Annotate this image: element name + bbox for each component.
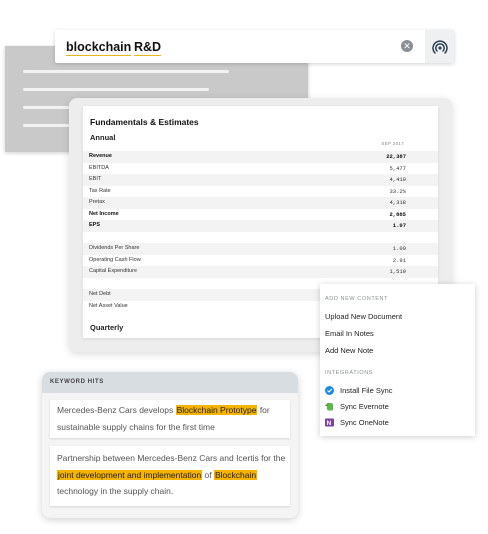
clear-icon[interactable]: ✕: [401, 40, 413, 52]
integration-label: Install File Sync: [340, 386, 393, 395]
sync-evernote-item[interactable]: Sync Evernote: [325, 402, 389, 411]
row-value: 1.00: [392, 245, 406, 252]
add-content-header: ADD NEW CONTENT: [325, 296, 389, 302]
integration-label: Sync Evernote: [340, 402, 389, 411]
table-row: Dividends Per Share 1.00: [83, 243, 438, 255]
search-token[interactable]: R&D: [134, 40, 162, 56]
column-header: SEP 2017: [381, 141, 404, 146]
row-label: Revenue: [89, 153, 112, 159]
row-value: 2.91: [392, 256, 406, 264]
svg-text:N: N: [327, 420, 332, 427]
add-note-item[interactable]: Add New Note: [325, 346, 373, 355]
hit-text: Partnership between Mercedes-Benz Cars a…: [57, 453, 286, 463]
file-sync-icon: [325, 386, 334, 395]
row-value: 1,519: [389, 268, 406, 275]
add-content-menu: ADD NEW CONTENT Upload New Document Emai…: [320, 284, 475, 436]
keyword-hit-item[interactable]: Mercedes-Benz Cars develops Blockchain P…: [50, 400, 290, 438]
row-value: 33.2%: [389, 187, 406, 195]
fundamentals-title: Fundamentals & Estimates: [90, 117, 199, 127]
sync-onenote-item[interactable]: N Sync OneNote: [325, 418, 389, 427]
integrations-header: INTEGRATIONS: [325, 370, 374, 376]
row-label: Tax Rate: [89, 187, 111, 194]
keyword-hits-card: KEYWORD HITS Mercedes-Benz Cars develops…: [42, 372, 298, 518]
row-label: Dividends Per Share: [89, 245, 140, 251]
table-row: Net Income 2,885: [83, 209, 438, 221]
row-value: 22,387: [386, 153, 406, 160]
row-value: 2,885: [389, 210, 406, 218]
onenote-icon: N: [325, 418, 334, 427]
keyword-hits-header: KEYWORD HITS: [42, 372, 298, 393]
row-label: Net Debt: [89, 291, 111, 297]
table-row: EBIT 4,410: [83, 174, 438, 186]
row-label: Operating Cash Flow: [89, 256, 141, 263]
table-row: Tax Rate 33.2%: [83, 186, 438, 198]
table-row: Pretax 4,318: [83, 197, 438, 209]
integration-label: Sync OneNote: [340, 418, 389, 427]
keyword-hit-text: Partnership between Mercedes-Benz Cars a…: [57, 450, 289, 500]
evernote-icon: [325, 402, 334, 411]
keyword-hit-item[interactable]: Partnership between Mercedes-Benz Cars a…: [50, 446, 290, 506]
hit-text: of: [202, 469, 214, 480]
keyword-highlight: joint development and implementation: [57, 469, 203, 480]
row-value: 4,318: [389, 199, 406, 206]
table-row: Revenue 22,387: [83, 151, 438, 163]
annual-label: Annual: [90, 133, 116, 142]
row-value: 5,477: [389, 164, 406, 172]
search-bar[interactable]: blockchain R&D ✕: [55, 30, 454, 63]
row-label: EPS: [89, 222, 101, 228]
table-row: Capital Expenditure 1,519: [83, 266, 438, 278]
hit-text: Mercedes-Benz Cars develops: [57, 405, 176, 415]
row-label: EBITDA: [89, 164, 109, 171]
table-row: EPS 1.07: [83, 220, 438, 232]
search-token[interactable]: blockchain: [66, 40, 132, 56]
quarterly-label: Quarterly: [90, 323, 124, 332]
hit-text: technology in the supply chain.: [57, 486, 174, 496]
row-label: Pretax: [89, 199, 105, 205]
keyword-highlight: Blockchain Prototype: [175, 405, 258, 415]
keyword-hit-text: Mercedes-Benz Cars develops Blockchain P…: [57, 402, 289, 435]
row-label: Net Asset Value: [89, 302, 128, 309]
row-label: Net Income: [89, 210, 119, 217]
keyword-highlight: Blockchain: [213, 469, 258, 480]
upload-document-item[interactable]: Upload New Document: [325, 312, 402, 321]
table-row: EBITDA 5,477: [83, 163, 438, 175]
email-notes-item[interactable]: Email In Notes: [325, 329, 374, 338]
keyword-hits-title: KEYWORD HITS: [50, 379, 104, 385]
row-value: 1.07: [392, 222, 406, 229]
table-row: Operating Cash Flow 2.91: [83, 255, 438, 267]
placeholder-line: [23, 88, 209, 91]
row-label: Capital Expenditure: [89, 268, 138, 274]
signal-icon[interactable]: [425, 30, 454, 63]
row-label: EBIT: [89, 176, 102, 182]
row-value: 4,410: [389, 176, 406, 183]
placeholder-line: [23, 70, 229, 73]
install-file-sync-item[interactable]: Install File Sync: [325, 386, 393, 395]
